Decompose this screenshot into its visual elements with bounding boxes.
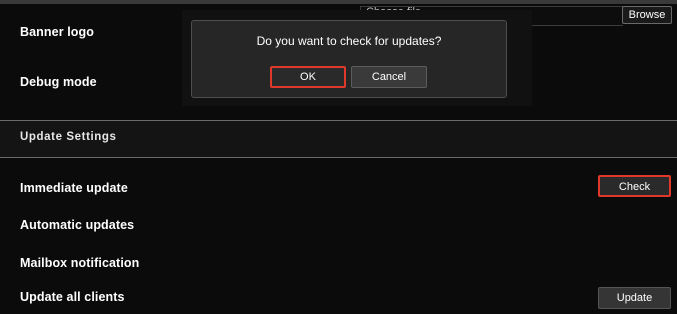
automatic-updates-label: Automatic updates — [20, 218, 135, 232]
check-button[interactable]: Check — [598, 175, 671, 197]
browse-button[interactable]: Browse — [622, 6, 672, 24]
immediate-update-label: Immediate update — [20, 181, 128, 195]
mailbox-notification-label: Mailbox notification — [20, 256, 140, 270]
update-settings-title: Update Settings — [20, 131, 117, 143]
ok-button[interactable]: OK — [270, 66, 346, 88]
update-all-clients-label: Update all clients — [20, 290, 125, 304]
debug-mode-label: Debug mode — [20, 75, 97, 89]
cancel-button[interactable]: Cancel — [351, 66, 427, 88]
update-button[interactable]: Update — [598, 287, 671, 309]
section-divider-bottom — [0, 157, 677, 158]
dialog-message: Do you want to check for updates? — [256, 34, 442, 48]
settings-page: Banner logo Choose file Browse Debug mod… — [0, 0, 677, 314]
banner-logo-label: Banner logo — [20, 25, 95, 39]
top-border — [0, 0, 677, 4]
confirm-dialog — [191, 20, 507, 98]
